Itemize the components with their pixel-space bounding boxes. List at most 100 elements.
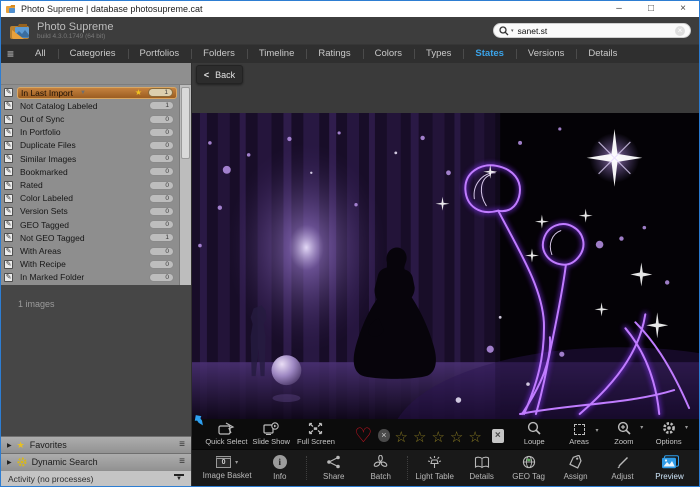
light-table-button[interactable]: Light Table [411,455,458,481]
edit-label-icon[interactable]: ✎ [4,220,13,229]
expand-arrow-icon[interactable]: ▶ [7,459,12,466]
star-2-icon[interactable]: ☆ [413,430,426,446]
tab-colors[interactable]: Colors [363,45,414,63]
edit-label-icon[interactable]: ✎ [4,141,13,150]
photo-viewer[interactable] [192,113,699,419]
panel-dynamic-search[interactable]: ▶ Dynamic Search ≡ [1,453,191,470]
star-4-icon[interactable]: ☆ [450,430,463,446]
panel-favorites[interactable]: ▶ ★ Favorites ≡ [1,436,191,453]
edit-label-icon[interactable]: ✎ [4,154,13,163]
favorite-heart-icon[interactable]: ♡ [354,428,372,444]
geo-tag-button[interactable]: GEO Tag [505,455,552,481]
list-item-with-areas[interactable]: ✎ With Areas 0 [4,244,177,257]
list-item-in-marked-folder[interactable]: ✎ In Marked Folder 0 [4,271,177,284]
areas-button[interactable]: ▾ Areas [557,424,602,447]
options-button[interactable]: ▾ Options [646,421,691,447]
back-button[interactable]: < Back [196,65,243,84]
app-build: build 4.3.0.1749 (64 bit) [37,33,113,40]
panel-menu-icon[interactable]: ≡ [179,440,185,450]
star-5-icon[interactable]: ☆ [468,430,481,446]
edit-label-icon[interactable]: ✎ [4,194,13,203]
edit-label-icon[interactable]: ✎ [4,167,13,176]
close-button[interactable]: × [667,1,699,17]
reject-button[interactable]: × [492,429,504,443]
list-item-out-of-sync[interactable]: ✎ Out of Sync 0 [4,112,177,125]
tab-folders[interactable]: Folders [191,45,247,63]
search-clear-icon[interactable]: × [675,26,685,36]
list-item-not-catalog-labeled[interactable]: ✎ Not Catalog Labeled 1 [4,99,177,112]
main-tabbar: ≡ All Categories Portfolios Folders Time… [1,44,699,63]
slide-show-button[interactable]: Slide Show [249,422,294,447]
search-box[interactable]: ▾ sanet.st × [493,23,691,38]
tab-versions[interactable]: Versions [516,45,576,63]
basket-caret-icon[interactable]: ▾ [235,459,238,466]
edit-label-icon[interactable]: ✎ [4,115,13,124]
quick-select-icon [218,422,235,435]
app-header: Photo Supreme build 4.3.0.1749 (64 bit) … [1,17,699,44]
list-item-version-sets[interactable]: ✎ Version Sets 0 [4,205,177,218]
star-1-icon[interactable]: ☆ [395,430,408,446]
quick-select-button[interactable]: Quick Select [204,422,249,447]
edit-label-icon[interactable]: ✎ [4,247,13,256]
tab-states[interactable]: States [463,45,516,63]
edit-label-icon[interactable]: ✎ [4,88,13,97]
edit-label-icon[interactable]: ✎ [4,128,13,137]
scrollbar-thumb[interactable] [181,87,190,159]
list-item-rated[interactable]: ✎ Rated 0 [4,178,177,191]
expand-arrow-icon[interactable]: ▶ [7,442,12,449]
tab-portfolios[interactable]: Portfolios [128,45,192,63]
list-item-bookmarked[interactable]: ✎ Bookmarked 0 [4,165,177,178]
batch-label: Batch [370,472,390,481]
assign-button[interactable]: Assign [552,455,599,481]
edit-label-icon[interactable]: ✎ [4,273,13,282]
image-basket-button[interactable]: 0 ▾ Image Basket [198,456,256,480]
share-button[interactable]: Share [310,455,357,481]
full-screen-button[interactable]: Full Screen [294,422,339,447]
adjust-button[interactable]: Adjust [599,455,646,481]
options-caret-icon[interactable]: ▾ [685,424,688,431]
menu-hamburger-icon[interactable]: ≡ [7,48,14,60]
tab-types[interactable]: Types [414,45,463,63]
loupe-button[interactable]: Loupe [512,421,557,447]
list-item-similar-images[interactable]: ✎ Similar Images 0 [4,152,177,165]
filter-funnel-icon[interactable]: ▼ [80,90,86,96]
panel-menu-icon[interactable]: ≡ [179,457,185,467]
edit-label-icon[interactable]: ✎ [4,207,13,216]
edit-label-icon[interactable]: ✎ [4,101,13,110]
preview-button[interactable]: Preview [646,455,693,481]
list-item-in-portfolio[interactable]: ✎ In Portfolio 0 [4,126,177,139]
tab-all[interactable]: All [23,45,58,63]
info-button[interactable]: i Info [256,455,303,481]
clear-rating-icon[interactable]: × [378,429,389,442]
list-item-not-geo-tagged[interactable]: ✎ Not GEO Tagged 1 [4,231,177,244]
tab-timeline[interactable]: Timeline [247,45,307,63]
dynamic-search-gear-icon [17,457,27,467]
zoom-button[interactable]: ▾ Zoom [601,421,646,447]
star-3-icon[interactable]: ☆ [431,430,444,446]
sidebar-scrollbar[interactable] [179,85,191,285]
minimize-button[interactable]: – [603,1,635,17]
tab-ratings[interactable]: Ratings [306,45,362,63]
list-item-with-recipe[interactable]: ✎ With Recipe 0 [4,258,177,271]
maximize-button[interactable]: □ [635,1,667,17]
list-item-geo-tagged[interactable]: ✎ GEO Tagged 0 [4,218,177,231]
tab-details[interactable]: Details [576,45,629,63]
list-item-color-labeled[interactable]: ✎ Color Labeled 0 [4,192,177,205]
tab-categories[interactable]: Categories [58,45,128,63]
star-rating[interactable]: ☆ ☆ ☆ ☆ ☆ [395,430,482,446]
batch-button[interactable]: Batch [357,455,404,481]
zoom-caret-icon[interactable]: ▾ [640,424,643,431]
activity-toggle-icon[interactable]: ▼ [174,474,184,483]
search-scope-caret-icon[interactable]: ▾ [511,28,514,34]
areas-caret-icon[interactable]: ▾ [595,427,598,434]
panel-label: Dynamic Search [32,457,98,467]
list-item-duplicate-files[interactable]: ✎ Duplicate Files 0 [4,139,177,152]
search-input[interactable]: sanet.st [518,26,548,36]
edit-label-icon[interactable]: ✎ [4,233,13,242]
edit-label-icon[interactable]: ✎ [4,181,13,190]
list-item-in-last-import[interactable]: ✎ In Last Import ▼ ★ 1 [4,86,177,99]
edit-label-icon[interactable]: ✎ [4,260,13,269]
details-button[interactable]: Details [458,456,505,481]
share-icon [326,455,341,469]
share-label: Share [323,472,344,481]
